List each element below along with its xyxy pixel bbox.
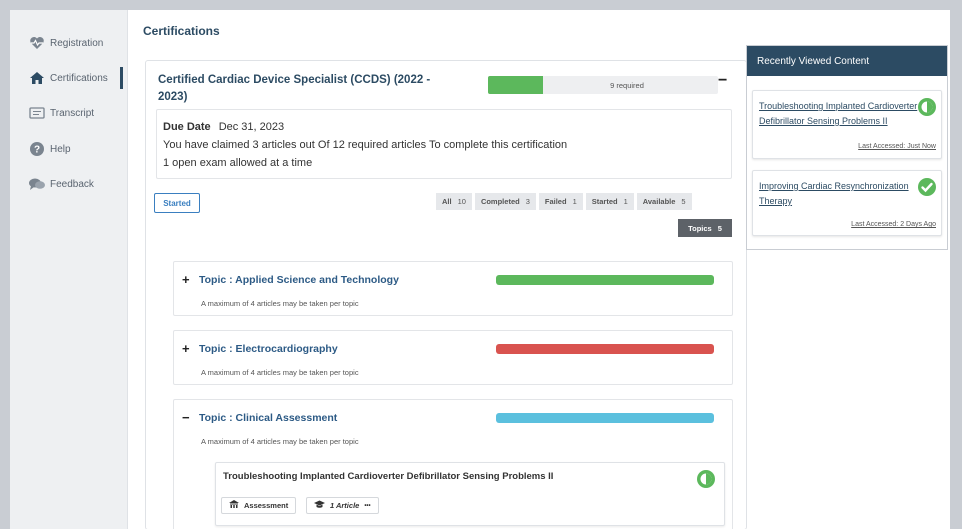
half-circle-icon — [917, 97, 937, 117]
certification-title: Certified Cardiac Device Specialist (CCD… — [158, 74, 431, 103]
recently-viewed-item: Improving Cardiac Resynchronization Ther… — [752, 170, 942, 236]
topics-label: Topics — [688, 223, 712, 233]
topic-progress-bar — [496, 413, 714, 423]
required-progress-bar: 9 required — [488, 76, 718, 94]
sidebar-item-label: Certifications — [50, 72, 108, 84]
filter-count: 5 — [681, 197, 686, 206]
filter-bar: All 10 Completed 3 Failed 1 Started 1 Availa… — [436, 193, 692, 210]
topic-note: A maximum of 4 articles may be taken per… — [201, 299, 359, 308]
sidebar-item-registration[interactable]: Registration — [28, 32, 103, 54]
page-title: Certifications — [143, 24, 220, 38]
expand-topic-button[interactable]: + — [182, 272, 190, 287]
recently-viewed-item: Troubleshooting Implanted Cardioverter D… — [752, 90, 942, 159]
svg-text:?: ? — [34, 145, 40, 156]
claimed-articles-text: You have claimed 3 articles out Of 12 re… — [163, 139, 568, 151]
filter-label: Failed — [544, 197, 567, 206]
articles-label: 1 Article — [330, 501, 360, 510]
filter-completed[interactable]: Completed 3 — [474, 193, 536, 210]
due-date-value: Dec 31, 2023 — [218, 121, 285, 133]
collapse-certification-button[interactable]: − — [718, 72, 727, 90]
topic-title[interactable]: Topic : Electrocardiography — [199, 343, 338, 355]
help-icon: ? — [28, 141, 46, 157]
filter-label: Started — [591, 197, 618, 206]
topics-count: 5 — [717, 223, 722, 233]
topic-progress-bar — [496, 344, 714, 354]
filter-label: Available — [642, 197, 676, 206]
sidebar-item-transcript[interactable]: Transcript — [28, 102, 94, 124]
building-icon — [229, 500, 239, 511]
app-frame: Registration Certifications Transcript ?… — [10, 10, 950, 529]
started-status-button[interactable]: Started — [154, 193, 200, 213]
filter-available[interactable]: Available 5 — [636, 193, 692, 210]
topics-button[interactable]: Topics 5 — [678, 219, 732, 237]
articles-chip[interactable]: 1 Article ••• — [306, 497, 379, 514]
document-icon — [28, 105, 46, 121]
graduation-cap-icon — [314, 500, 325, 511]
sidebar-item-feedback[interactable]: Feedback — [28, 173, 94, 195]
recently-viewed-title: Recently Viewed Content — [747, 46, 947, 76]
heart-pulse-icon — [28, 35, 46, 51]
collapse-topic-button[interactable]: − — [182, 410, 190, 425]
home-icon — [28, 70, 46, 86]
due-info-box: Due Date Dec 31, 2023 You have claimed 3 … — [156, 109, 732, 179]
filter-count: 1 — [623, 197, 628, 206]
article-title[interactable]: Troubleshooting Implanted Cardioverter D… — [223, 471, 553, 482]
topic-note: A maximum of 4 articles may be taken per… — [201, 437, 359, 446]
topic-title[interactable]: Topic : Applied Science and Technology — [199, 274, 399, 286]
sidebar-item-help[interactable]: ? Help — [28, 138, 71, 160]
recently-viewed-link[interactable]: Improving Cardiac Resynchronization Ther… — [759, 179, 919, 209]
article-card: Troubleshooting Implanted Cardioverter D… — [215, 462, 725, 526]
sidebar-item-label: Help — [50, 143, 71, 155]
sidebar-item-label: Feedback — [50, 178, 94, 190]
filter-count: 10 — [457, 197, 466, 206]
filter-all[interactable]: All 10 — [436, 193, 472, 210]
sidebar-item-label: Registration — [50, 37, 104, 49]
more-icon: ••• — [364, 502, 371, 509]
due-date-label: Due Date — [163, 121, 211, 133]
required-progress-label: 9 required — [610, 80, 644, 90]
filter-failed[interactable]: Failed 1 — [538, 193, 583, 210]
certification-card: Certified Cardiac Device Specialist (CCD… — [145, 60, 747, 529]
recently-viewed-panel: Recently Viewed Content Troubleshooting … — [746, 45, 948, 250]
assessment-chip[interactable]: Assessment — [221, 497, 297, 514]
check-circle-icon — [917, 177, 937, 197]
filter-count: 1 — [572, 197, 577, 206]
sidebar-item-certifications[interactable]: Certifications — [28, 67, 108, 89]
filter-label: All — [442, 197, 452, 206]
expand-topic-button[interactable]: + — [182, 341, 190, 356]
half-circle-icon — [696, 469, 716, 489]
topic-card: + Topic : Electrocardiography A maximum … — [173, 330, 733, 385]
topic-card: + Topic : Applied Science and Technology… — [173, 261, 733, 316]
last-accessed-text: Last Accessed: Just Now — [858, 143, 936, 150]
chat-icon — [28, 176, 46, 192]
assessment-label: Assessment — [244, 501, 289, 510]
topic-card-expanded: − Topic : Clinical Assessment A maximum … — [173, 399, 733, 529]
sidebar-item-label: Transcript — [50, 107, 95, 119]
last-accessed-text: Last Accessed: 2 Days Ago — [851, 221, 936, 228]
filter-label: Completed — [480, 197, 520, 206]
topic-note: A maximum of 4 articles may be taken per… — [201, 368, 359, 377]
sidebar-active-indicator — [120, 67, 123, 89]
recently-viewed-link[interactable]: Troubleshooting Implanted Cardioverter D… — [759, 99, 919, 129]
filter-started[interactable]: Started 1 — [585, 193, 634, 210]
sidebar: Registration Certifications Transcript ?… — [10, 10, 128, 529]
topic-title[interactable]: Topic : Clinical Assessment — [199, 412, 337, 424]
open-exam-text: 1 open exam allowed at a time — [163, 157, 313, 169]
filter-count: 3 — [525, 197, 530, 206]
topic-progress-bar — [496, 275, 714, 285]
